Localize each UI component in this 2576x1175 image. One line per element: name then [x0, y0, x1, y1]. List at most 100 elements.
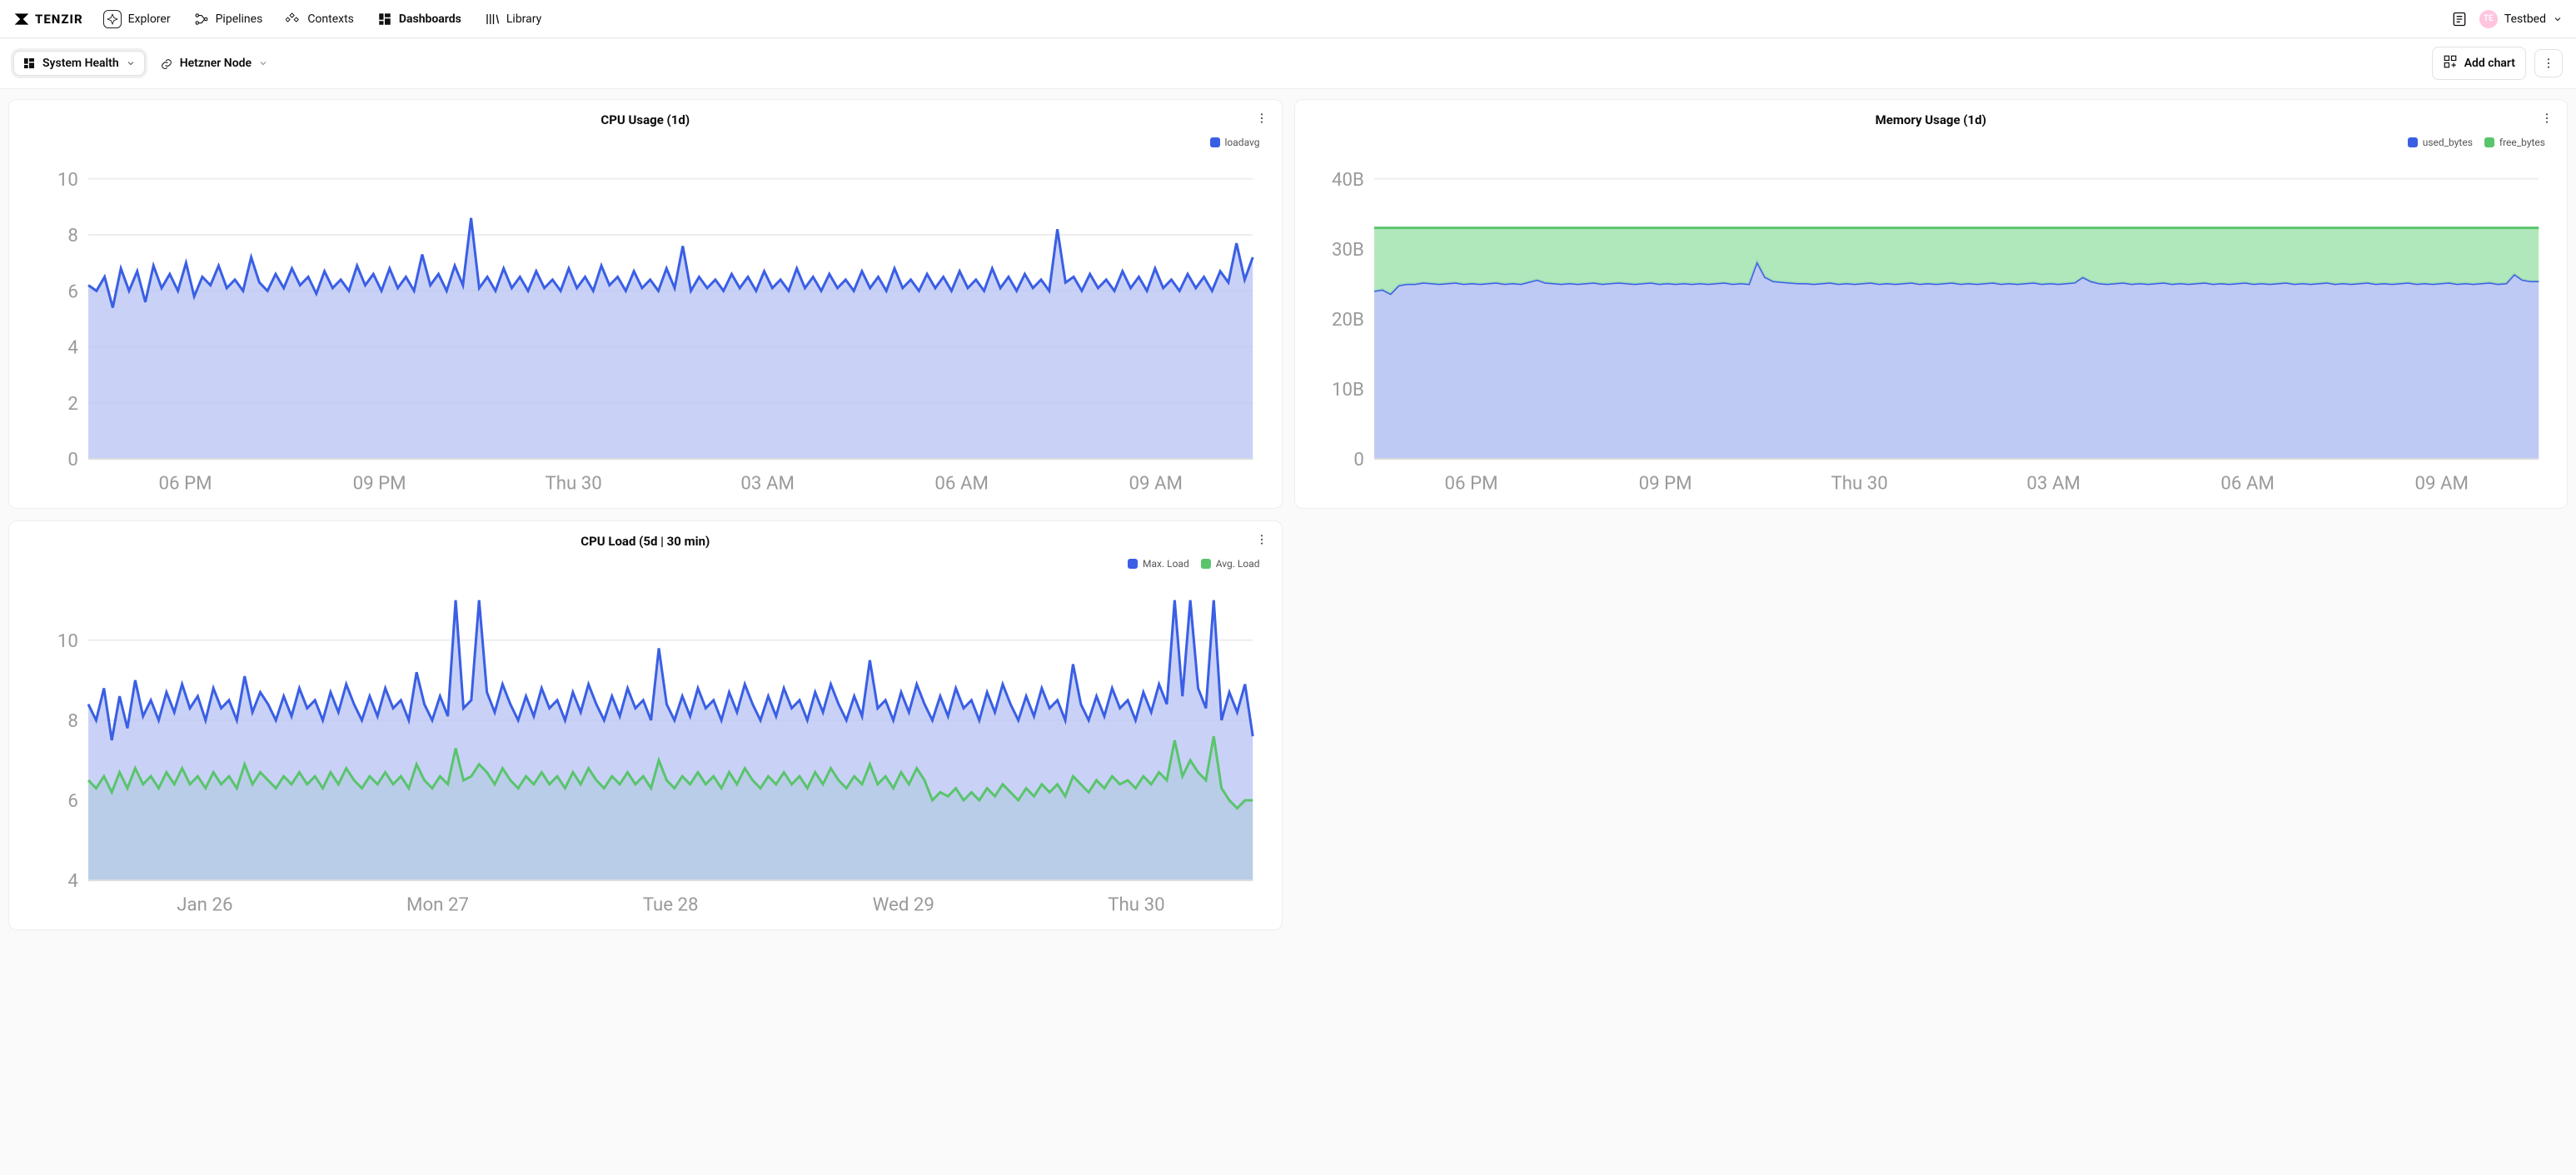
docs-icon[interactable]: [2451, 11, 2468, 27]
card-menu-button[interactable]: [2540, 112, 2554, 128]
subbar: System Health Hetzner Node Add chart: [0, 38, 2576, 89]
svg-text:09 PM: 09 PM: [1638, 473, 1692, 495]
card-title: Memory Usage (1d): [1876, 112, 1986, 127]
legend-item[interactable]: Avg. Load: [1201, 558, 1260, 570]
chart-cpu-load: Max. Load Avg. Load 4 6 8 10 Jan 26 Mon 27 Tue 2…: [21, 553, 1270, 924]
chart-legend: loadavg: [1210, 137, 1260, 148]
svg-text:10: 10: [57, 169, 78, 191]
legend-item[interactable]: loadavg: [1210, 137, 1260, 148]
dashboard-menu-button[interactable]: [2534, 49, 2563, 77]
svg-text:40B: 40B: [1331, 169, 1363, 191]
nav-pipelines[interactable]: Pipelines: [191, 8, 267, 30]
nav-contexts-label: Contexts: [307, 12, 354, 26]
chevron-down-icon: [258, 58, 268, 68]
nav-contexts[interactable]: Contexts: [282, 8, 357, 30]
nav-left: TENZIR Explorer Pipelines Contexts Dashb…: [13, 7, 545, 32]
kebab-icon: [1255, 112, 1268, 125]
svg-text:Jan 26: Jan 26: [177, 894, 232, 915]
dashboards-icon: [377, 12, 392, 27]
brand-name: TENZIR: [35, 12, 83, 27]
workspace-switcher[interactable]: TE Testbed: [2479, 10, 2563, 28]
dashboard-grid: CPU Usage (1d) loadavg024681006 PM09 PMT…: [8, 99, 2568, 930]
chart-memory-usage: used_bytes free_bytes 0 10B 20B 30B 40B 06 PM 09…: [1307, 132, 2556, 503]
card-title: CPU Usage (1d): [600, 112, 690, 127]
legend-item[interactable]: Max. Load: [1128, 558, 1189, 570]
svg-text:09 PM: 09 PM: [353, 473, 406, 495]
card-cpu-load: CPU Load (5d | 30 min) Max. LoadAvg. Loa…: [8, 520, 1283, 930]
nav-explorer[interactable]: Explorer: [100, 7, 174, 32]
add-chart-icon: [2443, 54, 2458, 72]
legend-label: loadavg: [1225, 137, 1260, 148]
svg-text:4: 4: [67, 870, 78, 892]
link-icon: [160, 57, 173, 70]
workspace-name: Testbed: [2504, 12, 2546, 26]
legend-label: used_bytes: [2423, 137, 2473, 148]
svg-text:Thu 30: Thu 30: [545, 473, 601, 495]
svg-text:6: 6: [67, 790, 78, 812]
node-selector[interactable]: Hetzner Node: [157, 52, 272, 75]
svg-text:8: 8: [67, 710, 78, 732]
svg-text:03 AM: 03 AM: [2026, 473, 2080, 495]
svg-text:09 AM: 09 AM: [2414, 473, 2469, 495]
library-icon: [485, 12, 500, 27]
contexts-icon: [286, 12, 301, 27]
nav-dashboards-label: Dashboards: [399, 12, 461, 26]
dashboards-icon: [22, 57, 36, 70]
legend-label: Max. Load: [1143, 558, 1189, 570]
nav-library[interactable]: Library: [481, 8, 545, 30]
chevron-down-icon: [126, 58, 136, 68]
svg-text:Mon 27: Mon 27: [406, 894, 469, 915]
nav-explorer-label: Explorer: [128, 12, 171, 26]
legend-label: Avg. Load: [1216, 558, 1260, 570]
nav-right: TE Testbed: [2451, 10, 2563, 28]
nav-pipelines-label: Pipelines: [216, 12, 263, 26]
subbar-left: System Health Hetzner Node: [13, 51, 272, 76]
avatar: TE: [2479, 10, 2498, 28]
tenzir-logo-icon: [13, 11, 30, 27]
node-selector-label: Hetzner Node: [180, 57, 252, 70]
svg-text:30B: 30B: [1331, 239, 1363, 261]
dashboard-body: CPU Usage (1d) loadavg024681006 PM09 PMT…: [0, 89, 2576, 1175]
add-chart-button[interactable]: Add chart: [2432, 47, 2526, 80]
kebab-icon: [2540, 112, 2554, 125]
svg-text:09 AM: 09 AM: [1129, 473, 1183, 495]
chart-svg: 0 10B 20B 30B 40B 06 PM 09 PM Thu 30 03 AM 06 AM 0…: [1307, 132, 2556, 503]
chart-svg: 024681006 PM09 PMThu 3003 AM06 AM09 AM: [21, 132, 1270, 503]
nav-dashboards[interactable]: Dashboards: [374, 8, 465, 30]
legend-item[interactable]: free_bytes: [2484, 137, 2545, 148]
compass-icon: [103, 10, 122, 28]
svg-text:10: 10: [57, 630, 78, 652]
subbar-right: Add chart: [2432, 47, 2563, 80]
svg-text:06 PM: 06 PM: [159, 473, 212, 495]
svg-text:Tue 28: Tue 28: [643, 894, 699, 915]
svg-text:20B: 20B: [1331, 309, 1363, 331]
svg-text:4: 4: [67, 337, 78, 359]
chart-legend: used_bytes free_bytes: [2408, 137, 2545, 148]
kebab-icon: [2542, 57, 2555, 70]
card-cpu-usage: CPU Usage (1d) loadavg024681006 PM09 PMT…: [8, 99, 1283, 509]
svg-text:Thu 30: Thu 30: [1831, 473, 1887, 495]
svg-text:Wed 29: Wed 29: [873, 894, 934, 915]
chart-svg: 46810Jan 26Mon 27Tue 28Wed 29Thu 30: [21, 553, 1270, 924]
svg-text:0: 0: [1353, 449, 1364, 470]
card-menu-button[interactable]: [1255, 533, 1268, 550]
chevron-down-icon: [2553, 14, 2563, 24]
chart-legend: Max. Load Avg. Load: [1128, 558, 1259, 570]
svg-text:03 AM: 03 AM: [740, 473, 795, 495]
svg-text:8: 8: [67, 225, 78, 246]
svg-text:06 PM: 06 PM: [1444, 473, 1497, 495]
svg-text:10B: 10B: [1331, 379, 1363, 401]
card-menu-button[interactable]: [1255, 112, 1268, 128]
legend-label: free_bytes: [2499, 137, 2545, 148]
pipelines-icon: [194, 12, 209, 27]
svg-text:06 AM: 06 AM: [934, 473, 989, 495]
svg-text:6: 6: [67, 281, 78, 302]
legend-item[interactable]: used_bytes: [2408, 137, 2473, 148]
svg-text:06 AM: 06 AM: [2220, 473, 2275, 495]
chart-cpu-usage: loadavg024681006 PM09 PMThu 3003 AM06 AM…: [21, 132, 1270, 503]
card-memory-usage: Memory Usage (1d) used_bytes free_bytes 0 1…: [1294, 99, 2569, 509]
brand-logo[interactable]: TENZIR: [13, 11, 83, 27]
add-chart-label: Add chart: [2464, 57, 2515, 70]
kebab-icon: [1255, 533, 1268, 546]
dashboard-selector[interactable]: System Health: [13, 51, 145, 76]
